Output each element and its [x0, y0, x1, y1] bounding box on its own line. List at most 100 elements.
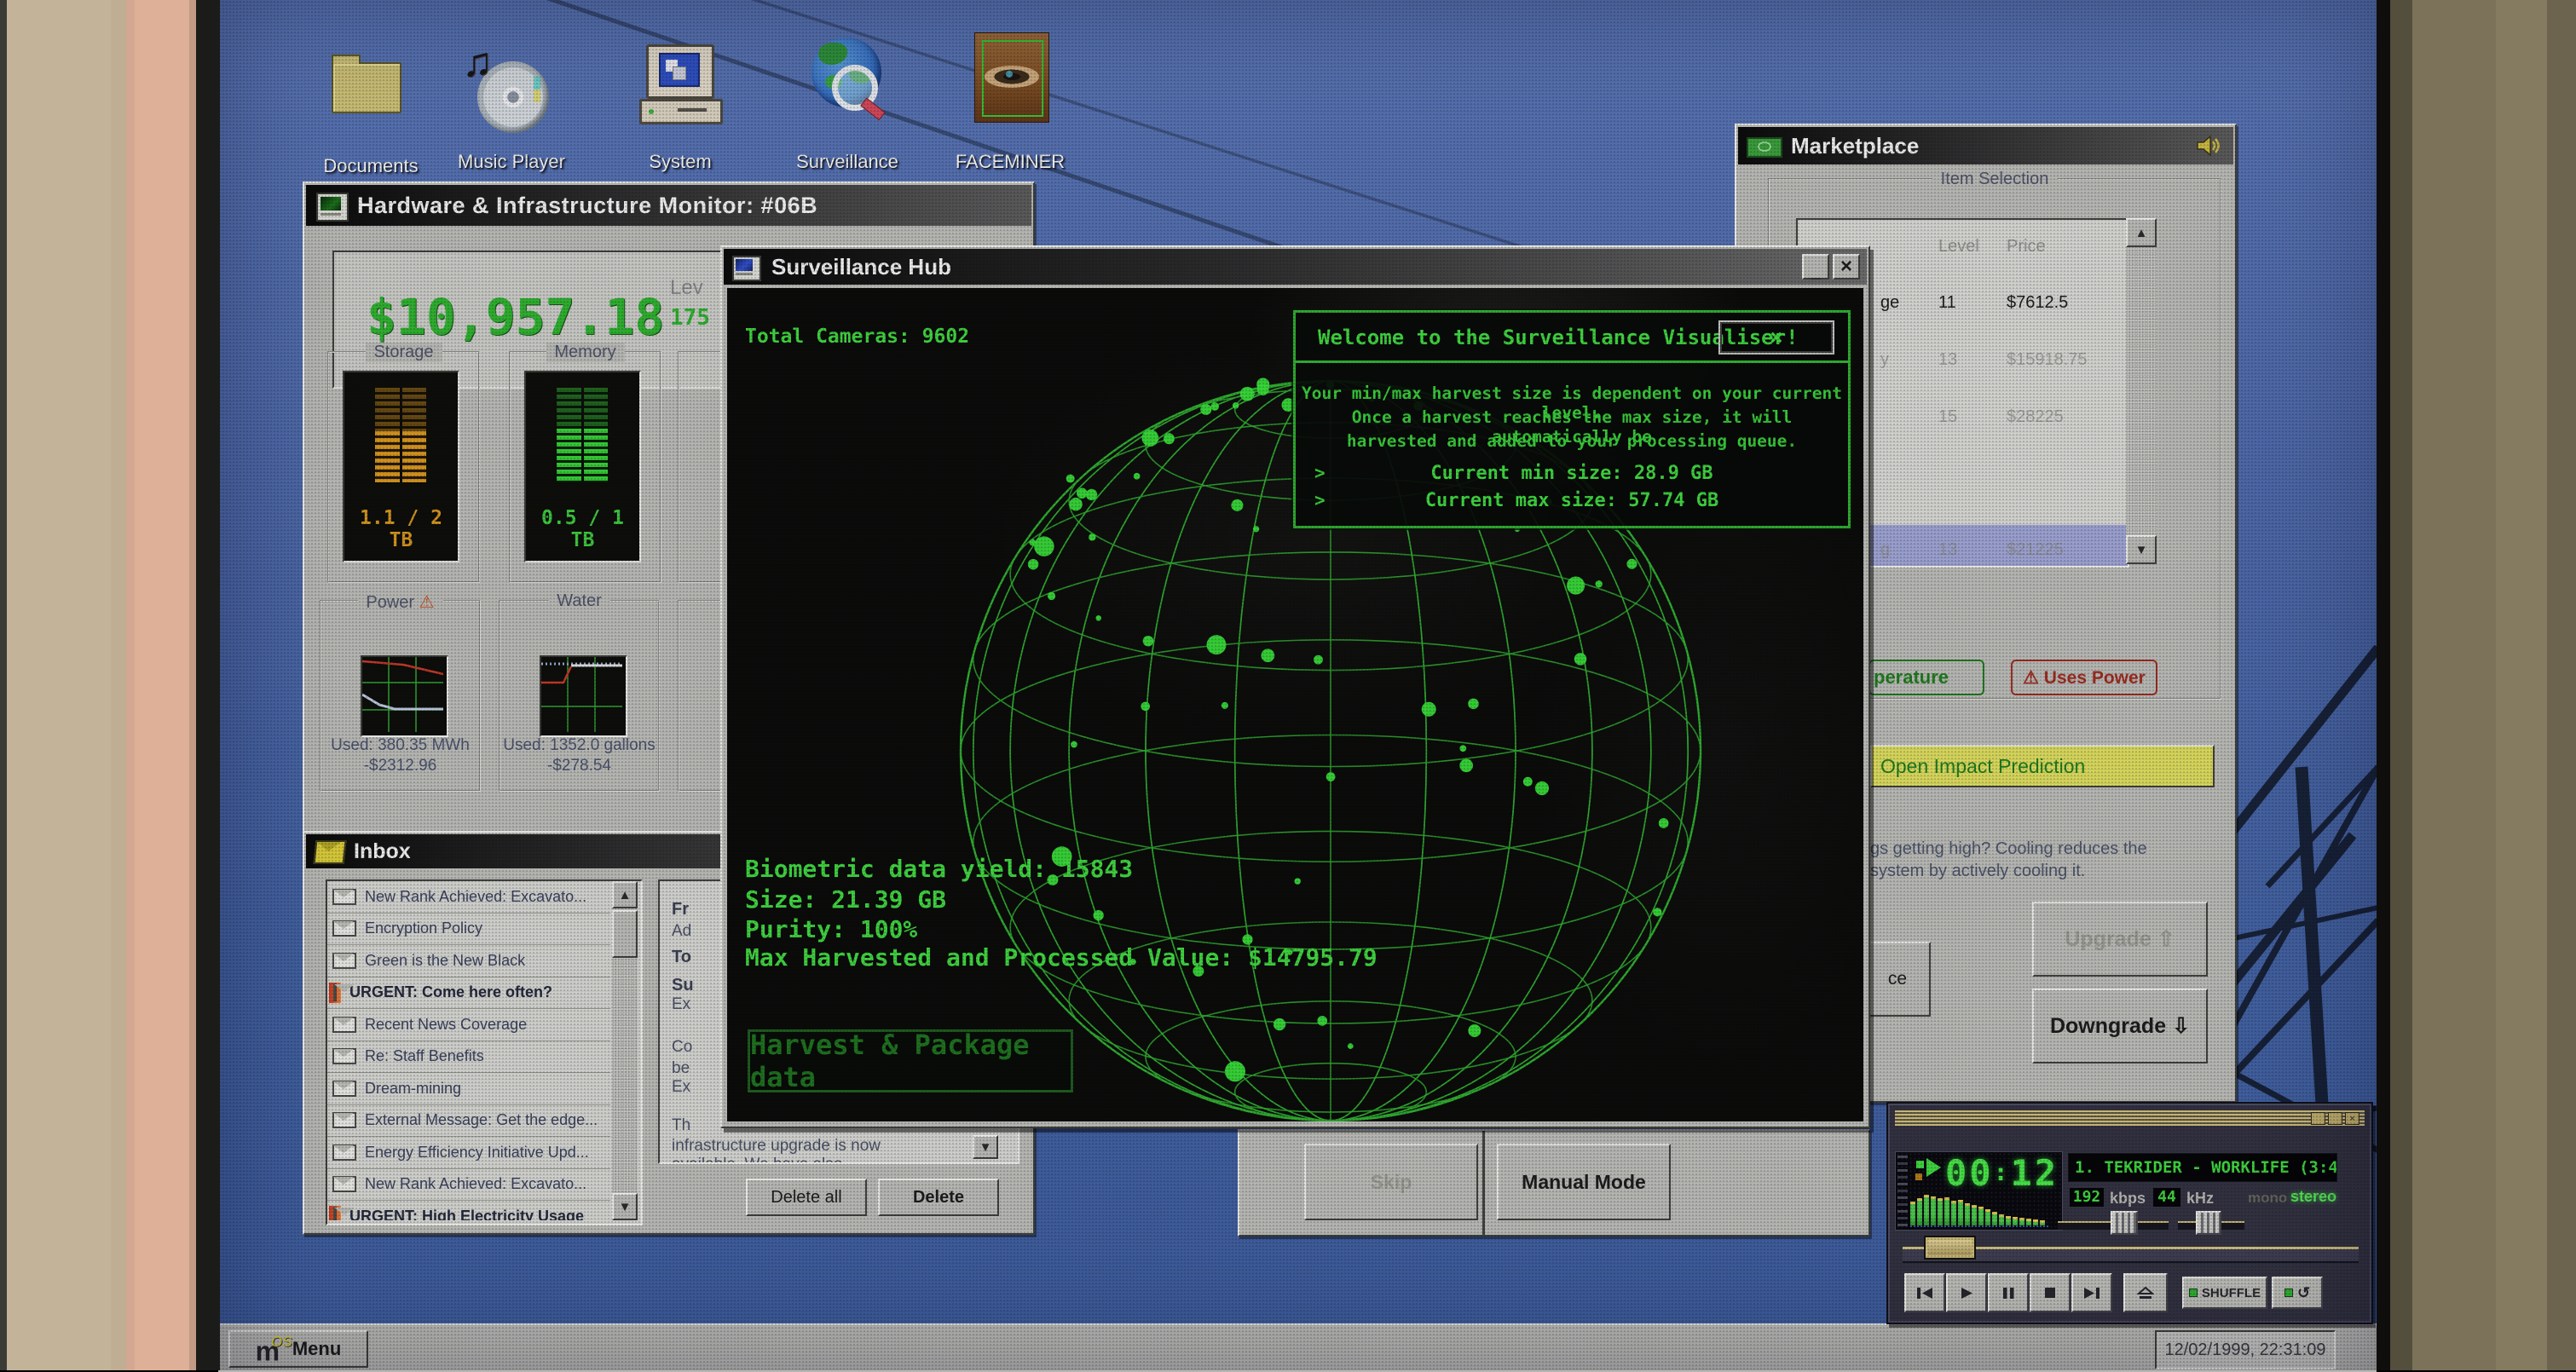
hardware-monitor-titlebar[interactable]: Hardware & Infrastructure Monitor: #06B	[306, 185, 1031, 226]
power-group: Power ⚠ Used: 380.35 MWh -$2312.96	[320, 600, 481, 792]
player-minimize-icon[interactable]	[2311, 1112, 2325, 1125]
urgent-envelope-icon	[329, 983, 341, 1003]
item-list-scrollbar[interactable]: ▲ ▼	[2126, 218, 2157, 564]
email-row-urgent[interactable]: URGENT: High Electricity Usage	[327, 1201, 610, 1220]
email-row[interactable]: Green is the New Black	[327, 945, 610, 977]
stop-button[interactable]	[2030, 1273, 2071, 1312]
background-control-strip: Skip Manual Mode	[1238, 1129, 1870, 1237]
detail-label-fragment: To	[672, 948, 691, 967]
track-title-display[interactable]: 1. TEKRIDER - WORKLIFE (3:48)	[2068, 1153, 2337, 1182]
email-row[interactable]: Dream-mining	[327, 1073, 610, 1105]
repeat-button[interactable]: ↺	[2272, 1277, 2323, 1309]
player-close-icon[interactable]: ×	[2345, 1112, 2359, 1125]
music-player-window: × 00:12 1. TEKRIDER - WORKLIFE (3:48) 19…	[1886, 1102, 2373, 1324]
scroll-down-button[interactable]: ▼	[612, 1193, 638, 1220]
memory-label: Memory	[546, 343, 624, 362]
repeat-flag-icon	[2284, 1288, 2293, 1297]
shuffle-button[interactable]: SHUFFLE	[2182, 1277, 2267, 1309]
desktop-icon-surveillance[interactable]: Surveillance	[779, 29, 915, 175]
player-vertical-decoration	[1897, 1156, 1908, 1226]
previous-button[interactable]	[1904, 1273, 1945, 1312]
system-computer-base	[639, 99, 723, 124]
memory-gauge: 0.5 / 1 TB	[524, 371, 641, 562]
detail-label-fragment: Ad	[672, 922, 691, 941]
player-maximize-icon[interactable]	[2328, 1112, 2342, 1125]
close-button[interactable]: ×	[1833, 254, 1860, 280]
email-row[interactable]: External Message: Get the edge...	[327, 1105, 610, 1138]
manual-mode-button[interactable]: Manual Mode	[1497, 1144, 1671, 1220]
inbox-title: Inbox	[354, 839, 411, 864]
item-selection-label: Item Selection	[1932, 170, 2058, 189]
faceminer-eye-icon	[974, 32, 1049, 123]
balance-value: $10,957.18	[367, 288, 664, 346]
system-computer-icon	[646, 44, 714, 99]
email-row[interactable]: Re: Staff Benefits	[327, 1041, 610, 1074]
memory-value: 0.5 / 1 TB	[526, 507, 639, 551]
detail-body-line1: infrastructure upgrade is now	[672, 1137, 881, 1156]
delete-button[interactable]: Delete	[878, 1179, 999, 1216]
spectrum-analyzer	[1910, 1191, 2048, 1227]
email-row[interactable]: New Rank Achieved: Excavato...	[327, 1169, 610, 1202]
envelope-icon	[332, 1017, 356, 1033]
volume-slider-handle[interactable]	[2196, 1211, 2221, 1235]
pause-button[interactable]	[1988, 1273, 2029, 1312]
scroll-up-button[interactable]: ▲	[2126, 218, 2157, 247]
play-button[interactable]	[1946, 1273, 1987, 1312]
desktop-icon-faceminer[interactable]: FACEMINER	[942, 24, 1078, 175]
skip-button[interactable]: Skip	[1304, 1144, 1478, 1220]
mono-indicator: mono	[2248, 1190, 2287, 1207]
menu-button[interactable]: m OS Menu	[228, 1330, 368, 1368]
music-notes-glyph: ♫	[462, 39, 493, 86]
taskbar: m OS Menu 12/02/1999, 22:31:09	[218, 1323, 2377, 1372]
open-impact-prediction-button[interactable]: Open Impact Prediction	[1870, 745, 2215, 787]
delete-all-button[interactable]: Delete all	[746, 1179, 867, 1216]
email-row[interactable]: Encryption Policy	[327, 914, 610, 946]
dialog-close-button[interactable]: ×	[1718, 320, 1834, 355]
temperature-badge: perature	[1868, 660, 1984, 695]
total-cameras: Total Cameras: 9602	[745, 326, 969, 348]
welcome-dialog: Welcome to the Surveillance Visualiser! …	[1293, 310, 1851, 528]
speaker-icon[interactable]	[2196, 134, 2221, 158]
surveillance-title: Surveillance Hub	[771, 254, 951, 280]
envelope-icon	[332, 1048, 356, 1064]
email-row[interactable]: Energy Efficiency Initiative Upd...	[327, 1137, 610, 1169]
detail-body-line2: available. We have also	[672, 1156, 842, 1164]
harvest-package-button[interactable]: Harvest & Package data	[748, 1029, 1073, 1092]
partial-button-fragment[interactable]: ce	[1864, 942, 1931, 1017]
desktop-icon-system[interactable]: System	[612, 34, 748, 175]
next-button[interactable]	[2071, 1273, 2112, 1312]
player-titlebar[interactable]: ×	[1895, 1110, 2365, 1126]
scroll-thumb[interactable]	[612, 910, 638, 958]
desktop-icon-documents[interactable]: Documents	[303, 47, 439, 175]
bitrate-box: 192	[2070, 1188, 2104, 1207]
surveillance-titlebar[interactable]: Surveillance Hub _ ×	[724, 249, 1867, 285]
stereo-indicator: stereo	[2290, 1188, 2336, 1206]
detail-label-fragment: be	[672, 1059, 690, 1078]
os-logo-sup: OS	[271, 1334, 292, 1351]
marketplace-title: Marketplace	[1791, 133, 1919, 159]
downgrade-button[interactable]: Downgrade ⇩	[2032, 989, 2208, 1064]
email-list-scrollbar[interactable]: ▲ ▼	[612, 881, 638, 1220]
envelope-icon	[332, 1081, 356, 1097]
minimize-button[interactable]: _	[1802, 254, 1829, 280]
scroll-down-button[interactable]: ▼	[2126, 535, 2157, 564]
seek-bar-handle[interactable]	[1924, 1236, 1976, 1260]
scroll-up-button[interactable]: ▲	[612, 881, 638, 908]
eject-button[interactable]	[2123, 1273, 2168, 1312]
balance-slider-handle[interactable]	[2111, 1211, 2138, 1235]
freq-unit: kHz	[2186, 1190, 2214, 1208]
marketplace-money-icon	[1747, 137, 1782, 158]
envelope-icon	[332, 1176, 356, 1192]
surveillance-hub-window: Surveillance Hub _ × Total Cameras: 9602…	[720, 245, 1870, 1128]
email-row[interactable]: Recent News Coverage	[327, 1009, 610, 1041]
email-row[interactable]: New Rank Achieved: Excavato...	[327, 881, 610, 914]
detail-scroll-down-button[interactable]: ▼	[973, 1135, 998, 1159]
marketplace-titlebar[interactable]: Marketplace	[1738, 127, 2233, 164]
stat-size: Size: 21.39 GB	[745, 885, 946, 914]
track-title: 1. TEKRIDER - WORKLIFE (3:48)	[2075, 1158, 2337, 1177]
email-row-urgent[interactable]: URGENT: Come here often?	[327, 977, 610, 1010]
dialog-max-size: Current max size: 57.74 GB	[1296, 490, 1848, 511]
desktop-icon-music-player[interactable]: ♫ Music Player	[443, 34, 580, 175]
downgrade-arrow-icon: ⇩	[2172, 1013, 2190, 1039]
upgrade-button[interactable]: Upgrade ⇧	[2032, 902, 2208, 977]
